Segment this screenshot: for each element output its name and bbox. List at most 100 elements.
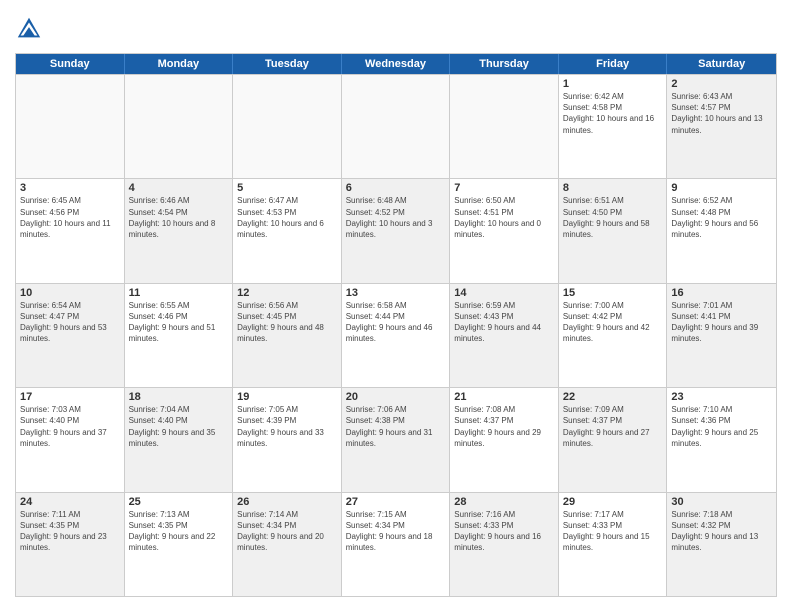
- day-number: 17: [20, 391, 120, 403]
- day-number: 22: [563, 391, 663, 403]
- day-info: Sunrise: 6:59 AMSunset: 4:43 PMDaylight:…: [454, 300, 554, 345]
- calendar-cell: 5Sunrise: 6:47 AMSunset: 4:53 PMDaylight…: [233, 179, 342, 282]
- day-info: Sunrise: 6:48 AMSunset: 4:52 PMDaylight:…: [346, 195, 446, 240]
- calendar-row: 17Sunrise: 7:03 AMSunset: 4:40 PMDayligh…: [16, 387, 776, 491]
- calendar-row: 1Sunrise: 6:42 AMSunset: 4:58 PMDaylight…: [16, 74, 776, 178]
- header: [15, 15, 777, 43]
- day-info: Sunrise: 7:17 AMSunset: 4:33 PMDaylight:…: [563, 509, 663, 554]
- day-info: Sunrise: 7:01 AMSunset: 4:41 PMDaylight:…: [671, 300, 772, 345]
- day-info: Sunrise: 6:50 AMSunset: 4:51 PMDaylight:…: [454, 195, 554, 240]
- logo-icon: [15, 15, 43, 43]
- calendar-header-row: SundayMondayTuesdayWednesdayThursdayFrid…: [16, 54, 776, 74]
- day-info: Sunrise: 7:04 AMSunset: 4:40 PMDaylight:…: [129, 404, 229, 449]
- day-info: Sunrise: 7:15 AMSunset: 4:34 PMDaylight:…: [346, 509, 446, 554]
- cal-header-cell: Sunday: [16, 54, 125, 74]
- calendar-cell: 30Sunrise: 7:18 AMSunset: 4:32 PMDayligh…: [667, 493, 776, 596]
- calendar-cell: 29Sunrise: 7:17 AMSunset: 4:33 PMDayligh…: [559, 493, 668, 596]
- calendar-cell: 4Sunrise: 6:46 AMSunset: 4:54 PMDaylight…: [125, 179, 234, 282]
- calendar: SundayMondayTuesdayWednesdayThursdayFrid…: [15, 53, 777, 597]
- cal-header-cell: Thursday: [450, 54, 559, 74]
- day-number: 30: [671, 496, 772, 508]
- calendar-cell: 1Sunrise: 6:42 AMSunset: 4:58 PMDaylight…: [559, 75, 668, 178]
- day-info: Sunrise: 6:55 AMSunset: 4:46 PMDaylight:…: [129, 300, 229, 345]
- day-info: Sunrise: 6:43 AMSunset: 4:57 PMDaylight:…: [671, 91, 772, 136]
- calendar-cell: 11Sunrise: 6:55 AMSunset: 4:46 PMDayligh…: [125, 284, 234, 387]
- day-number: 14: [454, 287, 554, 299]
- day-info: Sunrise: 6:56 AMSunset: 4:45 PMDaylight:…: [237, 300, 337, 345]
- day-info: Sunrise: 7:08 AMSunset: 4:37 PMDaylight:…: [454, 404, 554, 449]
- day-number: 10: [20, 287, 120, 299]
- cal-header-cell: Saturday: [667, 54, 776, 74]
- day-number: 15: [563, 287, 663, 299]
- day-number: 28: [454, 496, 554, 508]
- day-info: Sunrise: 7:00 AMSunset: 4:42 PMDaylight:…: [563, 300, 663, 345]
- day-number: 12: [237, 287, 337, 299]
- page: SundayMondayTuesdayWednesdayThursdayFrid…: [0, 0, 792, 612]
- calendar-cell: 21Sunrise: 7:08 AMSunset: 4:37 PMDayligh…: [450, 388, 559, 491]
- day-info: Sunrise: 7:09 AMSunset: 4:37 PMDaylight:…: [563, 404, 663, 449]
- calendar-cell: 8Sunrise: 6:51 AMSunset: 4:50 PMDaylight…: [559, 179, 668, 282]
- day-number: 20: [346, 391, 446, 403]
- calendar-cell: 9Sunrise: 6:52 AMSunset: 4:48 PMDaylight…: [667, 179, 776, 282]
- day-number: 4: [129, 182, 229, 194]
- calendar-cell: 7Sunrise: 6:50 AMSunset: 4:51 PMDaylight…: [450, 179, 559, 282]
- day-info: Sunrise: 7:16 AMSunset: 4:33 PMDaylight:…: [454, 509, 554, 554]
- calendar-cell: 24Sunrise: 7:11 AMSunset: 4:35 PMDayligh…: [16, 493, 125, 596]
- calendar-cell: [125, 75, 234, 178]
- day-info: Sunrise: 6:45 AMSunset: 4:56 PMDaylight:…: [20, 195, 120, 240]
- calendar-body: 1Sunrise: 6:42 AMSunset: 4:58 PMDaylight…: [16, 74, 776, 596]
- day-info: Sunrise: 6:42 AMSunset: 4:58 PMDaylight:…: [563, 91, 663, 136]
- calendar-cell: 14Sunrise: 6:59 AMSunset: 4:43 PMDayligh…: [450, 284, 559, 387]
- day-info: Sunrise: 7:13 AMSunset: 4:35 PMDaylight:…: [129, 509, 229, 554]
- day-number: 2: [671, 78, 772, 90]
- day-number: 27: [346, 496, 446, 508]
- day-info: Sunrise: 7:14 AMSunset: 4:34 PMDaylight:…: [237, 509, 337, 554]
- calendar-row: 24Sunrise: 7:11 AMSunset: 4:35 PMDayligh…: [16, 492, 776, 596]
- calendar-cell: [16, 75, 125, 178]
- cal-header-cell: Tuesday: [233, 54, 342, 74]
- day-number: 19: [237, 391, 337, 403]
- day-number: 1: [563, 78, 663, 90]
- calendar-cell: 2Sunrise: 6:43 AMSunset: 4:57 PMDaylight…: [667, 75, 776, 178]
- calendar-cell: 28Sunrise: 7:16 AMSunset: 4:33 PMDayligh…: [450, 493, 559, 596]
- calendar-cell: 6Sunrise: 6:48 AMSunset: 4:52 PMDaylight…: [342, 179, 451, 282]
- calendar-cell: [342, 75, 451, 178]
- calendar-cell: 16Sunrise: 7:01 AMSunset: 4:41 PMDayligh…: [667, 284, 776, 387]
- day-number: 29: [563, 496, 663, 508]
- day-number: 7: [454, 182, 554, 194]
- day-info: Sunrise: 7:05 AMSunset: 4:39 PMDaylight:…: [237, 404, 337, 449]
- day-number: 8: [563, 182, 663, 194]
- day-info: Sunrise: 7:10 AMSunset: 4:36 PMDaylight:…: [671, 404, 772, 449]
- calendar-cell: 20Sunrise: 7:06 AMSunset: 4:38 PMDayligh…: [342, 388, 451, 491]
- calendar-cell: 15Sunrise: 7:00 AMSunset: 4:42 PMDayligh…: [559, 284, 668, 387]
- day-info: Sunrise: 6:47 AMSunset: 4:53 PMDaylight:…: [237, 195, 337, 240]
- cal-header-cell: Friday: [559, 54, 668, 74]
- calendar-cell: 25Sunrise: 7:13 AMSunset: 4:35 PMDayligh…: [125, 493, 234, 596]
- cal-header-cell: Wednesday: [342, 54, 451, 74]
- day-info: Sunrise: 6:58 AMSunset: 4:44 PMDaylight:…: [346, 300, 446, 345]
- calendar-cell: 22Sunrise: 7:09 AMSunset: 4:37 PMDayligh…: [559, 388, 668, 491]
- calendar-cell: 3Sunrise: 6:45 AMSunset: 4:56 PMDaylight…: [16, 179, 125, 282]
- calendar-cell: 17Sunrise: 7:03 AMSunset: 4:40 PMDayligh…: [16, 388, 125, 491]
- day-number: 26: [237, 496, 337, 508]
- cal-header-cell: Monday: [125, 54, 234, 74]
- logo: [15, 15, 47, 43]
- day-number: 16: [671, 287, 772, 299]
- calendar-cell: 23Sunrise: 7:10 AMSunset: 4:36 PMDayligh…: [667, 388, 776, 491]
- calendar-cell: 13Sunrise: 6:58 AMSunset: 4:44 PMDayligh…: [342, 284, 451, 387]
- day-number: 9: [671, 182, 772, 194]
- calendar-row: 3Sunrise: 6:45 AMSunset: 4:56 PMDaylight…: [16, 178, 776, 282]
- day-number: 25: [129, 496, 229, 508]
- calendar-cell: 27Sunrise: 7:15 AMSunset: 4:34 PMDayligh…: [342, 493, 451, 596]
- day-number: 23: [671, 391, 772, 403]
- day-number: 11: [129, 287, 229, 299]
- day-number: 3: [20, 182, 120, 194]
- day-info: Sunrise: 6:52 AMSunset: 4:48 PMDaylight:…: [671, 195, 772, 240]
- day-number: 21: [454, 391, 554, 403]
- calendar-cell: 12Sunrise: 6:56 AMSunset: 4:45 PMDayligh…: [233, 284, 342, 387]
- calendar-cell: [450, 75, 559, 178]
- day-info: Sunrise: 7:06 AMSunset: 4:38 PMDaylight:…: [346, 404, 446, 449]
- day-number: 24: [20, 496, 120, 508]
- day-number: 5: [237, 182, 337, 194]
- day-info: Sunrise: 6:54 AMSunset: 4:47 PMDaylight:…: [20, 300, 120, 345]
